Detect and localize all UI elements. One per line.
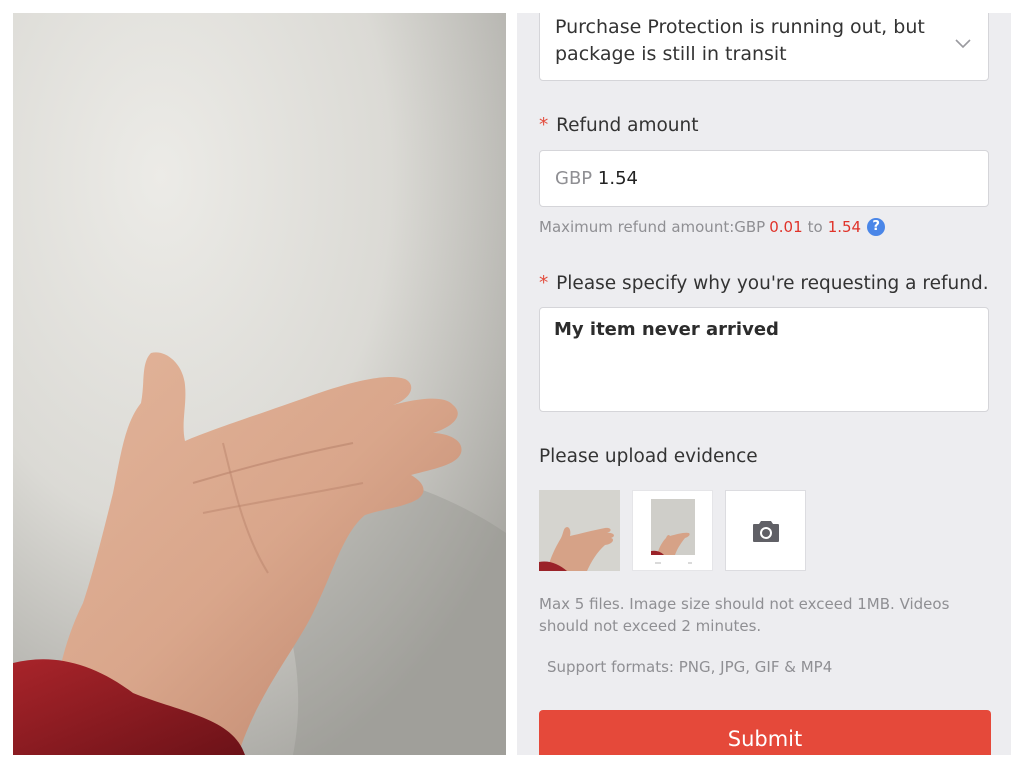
max-refund-max: 1.54 bbox=[827, 218, 862, 236]
upload-limits-note: Max 5 files. Image size should not excee… bbox=[539, 595, 950, 635]
submit-button[interactable]: Submit bbox=[539, 710, 991, 755]
collage-canvas: Purchase Protection is running out, but … bbox=[0, 0, 1024, 768]
refund-reason-dropdown[interactable]: Purchase Protection is running out, but … bbox=[539, 13, 989, 81]
refund-reason-value: Purchase Protection is running out, but … bbox=[555, 16, 925, 65]
help-icon[interactable]: ? bbox=[867, 218, 886, 236]
refund-amount-label-text: Refund amount bbox=[556, 115, 699, 136]
supported-formats-note: Support formats: PNG, JPG, GIF & MP4 bbox=[547, 658, 833, 676]
evidence-thumbnail[interactable] bbox=[539, 490, 620, 571]
max-refund-prefix: Maximum refund amount:GBP bbox=[539, 218, 766, 236]
evidence-thumbnail[interactable] bbox=[632, 490, 713, 571]
max-refund-hint: Maximum refund amount:GBP 0.01 to 1.54 ? bbox=[539, 218, 886, 236]
currency-prefix: GBP bbox=[555, 168, 593, 189]
hand-photo bbox=[13, 13, 506, 755]
upload-evidence-label: Please upload evidence bbox=[539, 446, 758, 467]
add-evidence-button[interactable] bbox=[725, 490, 806, 571]
max-refund-separator: to bbox=[807, 218, 823, 236]
refund-amount-label: * Refund amount bbox=[539, 115, 699, 136]
camera-icon bbox=[752, 520, 779, 542]
collage-thumbnail-image bbox=[633, 491, 712, 570]
refund-reason-text: My item never arrived bbox=[554, 319, 779, 340]
max-refund-min: 0.01 bbox=[769, 218, 803, 236]
chevron-down-icon bbox=[955, 39, 971, 49]
refund-amount-value: 1.54 bbox=[597, 168, 638, 189]
refund-amount-input[interactable]: GBP 1.54 bbox=[539, 150, 989, 207]
refund-reason-textarea[interactable]: My item never arrived bbox=[539, 307, 989, 412]
hand-thumbnail-image bbox=[539, 490, 620, 571]
refund-form-panel: Purchase Protection is running out, but … bbox=[517, 13, 1011, 755]
refund-reason-label-text: Please specify why you're requesting a r… bbox=[556, 273, 989, 294]
required-marker: * bbox=[539, 115, 549, 136]
evidence-uploads bbox=[539, 490, 806, 572]
refund-reason-label: * Please specify why you're requesting a… bbox=[539, 273, 989, 294]
required-marker: * bbox=[539, 273, 549, 294]
